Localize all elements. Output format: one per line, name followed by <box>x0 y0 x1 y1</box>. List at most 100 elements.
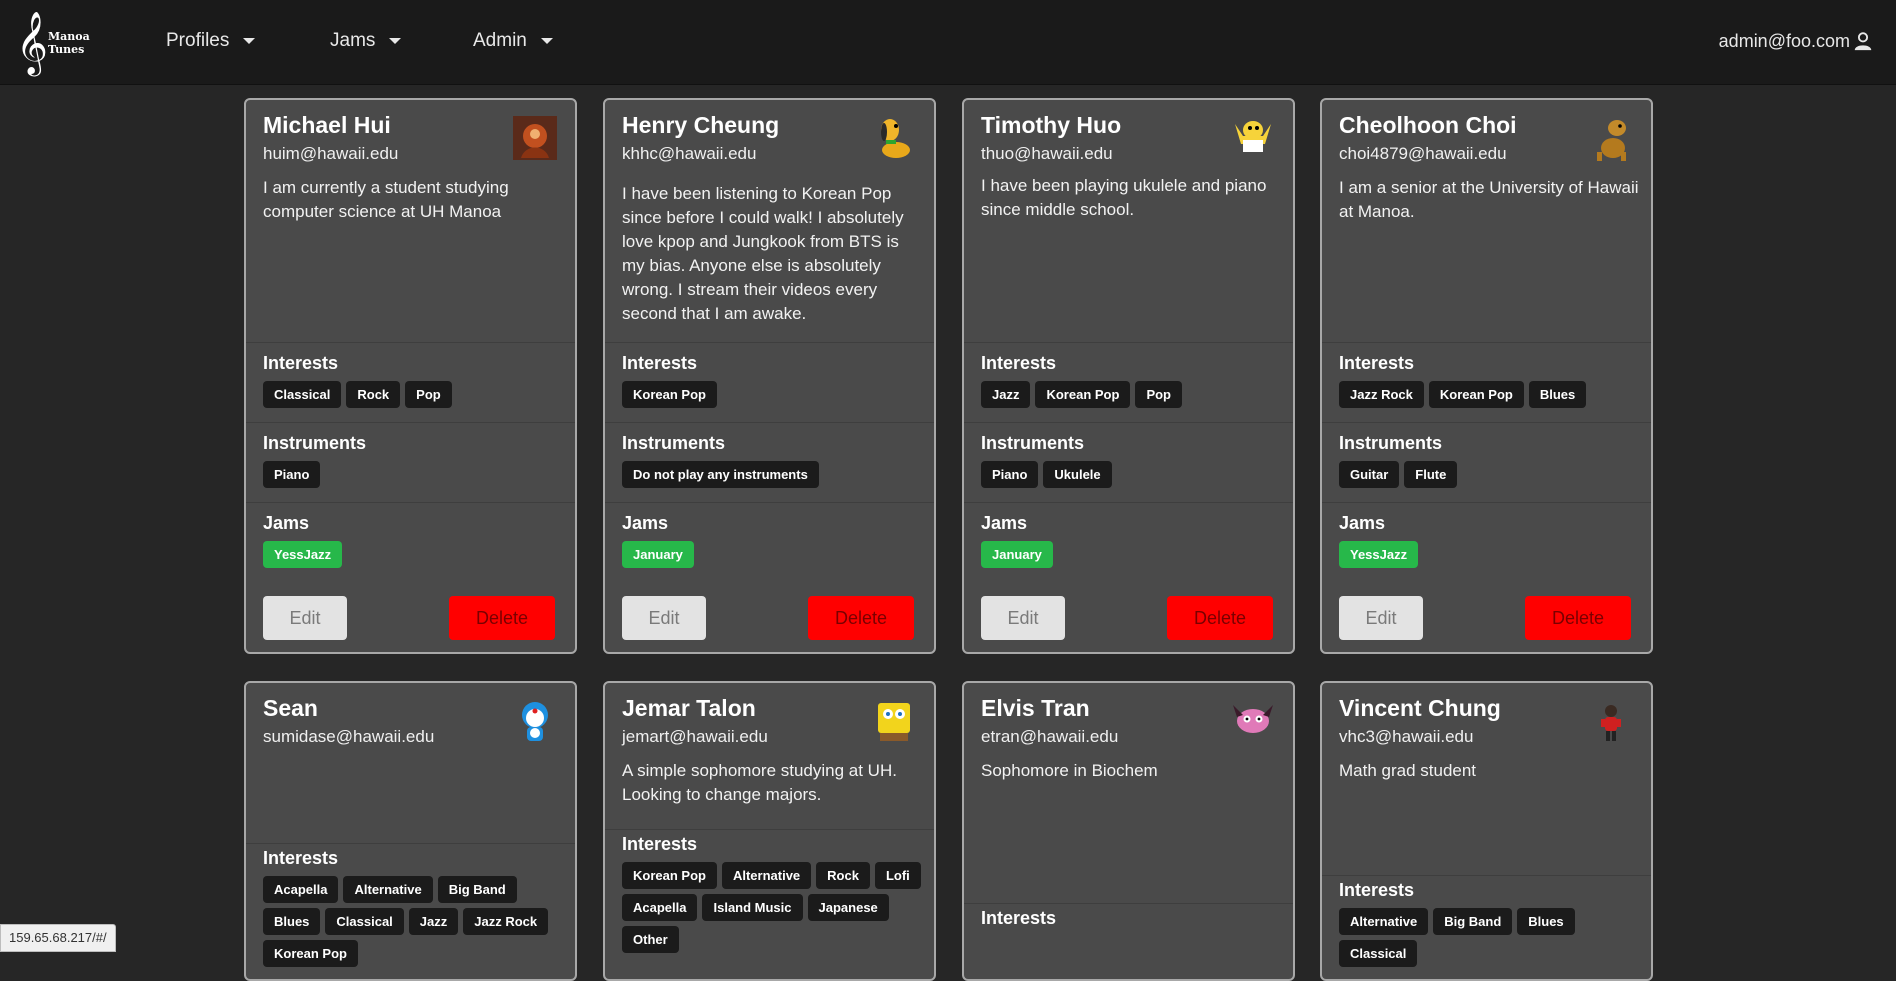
instruments-label: Instruments <box>981 433 1085 453</box>
jams-section: Jams January <box>605 502 934 583</box>
interests-label: Interests <box>622 834 698 854</box>
instruments-tags: Piano <box>263 461 565 488</box>
fire-portrait-avatar <box>513 116 557 160</box>
navbar: 𝄞 Manoa Tunes Profiles Jams Admin admin@… <box>0 0 1896 85</box>
interest-tag: Big Band <box>1433 908 1513 935</box>
instrument-tag: Ukulele <box>1043 461 1112 488</box>
profile-bio: I have been listening to Korean Pop sinc… <box>622 184 904 323</box>
jams-label: Jams <box>622 513 669 533</box>
edit-button[interactable]: Edit <box>1339 596 1423 640</box>
delete-button[interactable]: Delete <box>449 596 555 640</box>
cartoon-man-avatar <box>1235 121 1271 152</box>
nav-admin-dropdown[interactable]: Admin <box>473 30 553 52</box>
interests-label: Interests <box>981 908 1057 928</box>
jams-label: Jams <box>263 513 310 533</box>
brand-logo[interactable]: 𝄞 Manoa Tunes <box>16 14 96 72</box>
interests-section: Interests Alternative Big Band Blues Cla… <box>1322 875 1651 979</box>
brand-line-2: Tunes <box>48 43 85 56</box>
interest-tag: Alternative <box>1339 908 1429 935</box>
edit-button[interactable]: Edit <box>263 596 347 640</box>
jams-section: Jams YessJazz <box>1322 502 1651 583</box>
interest-tag: Classical <box>1339 940 1418 967</box>
interest-tag: Blues <box>263 908 321 935</box>
interests-tags: Classical Rock Pop <box>263 381 565 408</box>
interests-section: Interests Acapella Alternative Big Band … <box>246 843 575 979</box>
jam-tag[interactable]: YessJazz <box>1339 541 1419 568</box>
jam-tag[interactable]: January <box>622 541 694 568</box>
edit-button[interactable]: Edit <box>622 596 706 640</box>
profile-email: huim@hawaii.edu <box>263 144 399 163</box>
interests-tags: Jazz Rock Korean Pop Blues <box>1339 381 1641 408</box>
instrument-tag: Guitar <box>1339 461 1400 488</box>
jams-label: Jams <box>981 513 1028 533</box>
delete-button[interactable]: Delete <box>1167 596 1273 640</box>
profile-name: Vincent Chung <box>1339 695 1501 721</box>
user-icon <box>1854 32 1872 51</box>
jams-section: Jams YessJazz <box>246 502 575 583</box>
pluto-dog-avatar <box>881 119 910 158</box>
brand-line-1: Manoa <box>48 30 90 43</box>
profile-name: Cheolhoon Choi <box>1339 112 1517 138</box>
interests-tags: Alternative Big Band Blues Classical <box>1339 908 1641 967</box>
nav-profiles-label: Profiles <box>166 30 230 51</box>
interest-tag: Alternative <box>343 876 433 903</box>
profile-email: thuo@hawaii.edu <box>981 144 1113 163</box>
nav-jams-label: Jams <box>330 30 376 51</box>
edit-button[interactable]: Edit <box>981 596 1065 640</box>
profile-card: Vincent Chung vhc3@hawaii.edu Math grad … <box>1320 681 1653 981</box>
nav-jams-dropdown[interactable]: Jams <box>330 30 402 52</box>
interests-tags: Korean Pop <box>622 381 924 408</box>
instrument-tag: Flute <box>1404 461 1458 488</box>
nav-profiles-dropdown[interactable]: Profiles <box>166 30 256 52</box>
profile-bio: I am a senior at the University of Hawai… <box>1339 178 1639 221</box>
profile-email: sumidase@hawaii.edu <box>263 727 435 746</box>
instruments-section: Instruments Do not play any instruments <box>605 422 934 503</box>
caret-down-icon <box>243 38 256 44</box>
instruments-section: Instruments Piano <box>246 422 575 503</box>
interest-tag: Korean Pop <box>622 862 717 889</box>
profile-card: Michael Hui huim@hawaii.edu I am current… <box>244 98 577 654</box>
jam-tag[interactable]: YessJazz <box>263 541 343 568</box>
interests-section: Interests Korean Pop Alternative Rock Lo… <box>605 829 934 979</box>
interest-tag: Classical <box>263 381 342 408</box>
user-menu[interactable]: admin@foo.com <box>1719 30 1874 52</box>
profile-bio: A simple sophomore studying at UH. Looki… <box>622 761 897 804</box>
interests-label: Interests <box>263 353 339 373</box>
interest-tag: Jazz Rock <box>463 908 549 935</box>
profile-name: Michael Hui <box>263 112 391 138</box>
interests-label: Interests <box>981 353 1057 373</box>
interests-label: Interests <box>263 848 339 868</box>
instruments-tags: Guitar Flute <box>1339 461 1641 488</box>
jams-tags: January <box>981 541 1283 568</box>
spongebob-avatar <box>878 703 910 741</box>
interests-tags: Korean Pop Alternative Rock Lofi Acapell… <box>622 862 924 953</box>
instrument-tag: Do not play any instruments <box>622 461 819 488</box>
profile-name: Henry Cheung <box>622 112 780 138</box>
instruments-section: Instruments Guitar Flute <box>1322 422 1651 503</box>
interest-tag: Lofi <box>874 862 921 889</box>
interests-section: Interests Jazz Korean Pop Pop <box>964 342 1293 423</box>
profile-bio: Math grad student <box>1339 761 1477 780</box>
profile-email: jemart@hawaii.edu <box>622 727 768 746</box>
interest-tag: Rock <box>816 862 870 889</box>
interest-tag: Korean Pop <box>263 940 358 967</box>
interest-tag: Jazz <box>981 381 1031 408</box>
superhero-kid-avatar <box>1601 705 1621 741</box>
interest-tag: Other <box>622 926 679 953</box>
profile-name: Elvis Tran <box>981 695 1090 721</box>
interest-tag: Alternative <box>721 862 812 889</box>
delete-button[interactable]: Delete <box>808 596 914 640</box>
jam-tag[interactable]: January <box>981 541 1053 568</box>
jams-tags: YessJazz <box>1339 541 1641 568</box>
profile-card: Cheolhoon Choi choi4879@hawaii.edu I am … <box>1320 98 1653 654</box>
browser-status-url: 159.65.68.217/#/ <box>0 924 116 952</box>
profile-card: Elvis Tran etran@hawaii.edu Sophomore in… <box>962 681 1295 981</box>
interest-tag: Big Band <box>437 876 517 903</box>
instruments-label: Instruments <box>622 433 726 453</box>
delete-button[interactable]: Delete <box>1525 596 1631 640</box>
interest-tag: Rock <box>346 381 401 408</box>
interest-tag: Jazz <box>408 908 459 935</box>
interest-tag: Japanese <box>807 894 889 921</box>
instrument-tag: Piano <box>981 461 1039 488</box>
interest-tag: Jazz Rock <box>1339 381 1424 408</box>
